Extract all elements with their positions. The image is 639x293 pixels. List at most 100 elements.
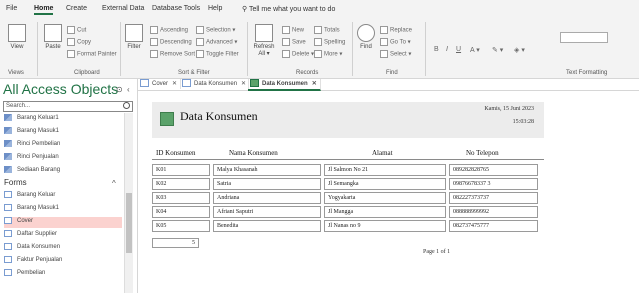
nav-scrollbar[interactable] bbox=[124, 113, 133, 293]
cell-phone: 089282828765 bbox=[449, 164, 538, 176]
group-records-label: Records bbox=[296, 70, 319, 76]
group-divider bbox=[120, 22, 121, 76]
refresh-icon bbox=[255, 24, 273, 42]
navigation-pane: All Access Objects ⊙ ‹ Search... Barang … bbox=[0, 79, 138, 293]
tab-home[interactable]: Home bbox=[34, 5, 54, 15]
nav-pane-title[interactable]: All Access Objects bbox=[3, 81, 118, 97]
funnel-icon bbox=[125, 24, 143, 42]
query-icon bbox=[4, 153, 12, 160]
nav-item-form[interactable]: Daftar Supplier bbox=[4, 230, 122, 241]
query-icon bbox=[4, 127, 12, 134]
forms-section-header[interactable]: Forms bbox=[4, 178, 27, 187]
group-views-label: Views bbox=[8, 70, 24, 76]
advanced-button[interactable]: Advanced ▾ bbox=[196, 38, 237, 46]
sort-descending-icon bbox=[150, 38, 158, 46]
spelling-button[interactable]: Spelling bbox=[314, 38, 345, 46]
refresh-all-button[interactable]: Refresh All ▾ bbox=[250, 24, 278, 57]
tab-create[interactable]: Create bbox=[66, 5, 87, 12]
close-icon[interactable]: ✕ bbox=[172, 81, 177, 87]
nav-dropdown-icon[interactable]: ⊙ bbox=[116, 85, 123, 94]
arrow-right-icon bbox=[380, 38, 388, 46]
totals-button[interactable]: Totals bbox=[314, 26, 340, 34]
save-record-button[interactable]: Save bbox=[282, 38, 306, 46]
group-text-formatting-label: Text Formatting bbox=[566, 70, 608, 76]
cell-address: Yogyakarta bbox=[324, 192, 446, 204]
cell-phone: 088888999992 bbox=[449, 206, 538, 218]
descending-button[interactable]: Descending bbox=[150, 38, 192, 46]
cell-address: Jl Mangga bbox=[324, 206, 446, 218]
form-icon bbox=[182, 79, 191, 88]
form-icon bbox=[4, 230, 12, 237]
column-header-id: ID Konsumen bbox=[156, 149, 196, 157]
italic-button[interactable]: I bbox=[446, 46, 448, 53]
close-icon[interactable]: ✕ bbox=[312, 81, 317, 87]
tab-help[interactable]: Help bbox=[208, 5, 222, 12]
form-icon bbox=[4, 269, 12, 276]
group-divider bbox=[247, 22, 248, 76]
nav-item-form[interactable]: Barang Masuk1 bbox=[4, 204, 122, 215]
collapse-pane-icon[interactable]: ‹ bbox=[127, 85, 130, 94]
page-number: Page 1 of 1 bbox=[423, 249, 451, 255]
close-icon[interactable]: ✕ bbox=[241, 81, 246, 87]
ascending-button[interactable]: Ascending bbox=[150, 26, 188, 34]
tab-database-tools[interactable]: Database Tools bbox=[152, 5, 200, 12]
underline-button[interactable]: U bbox=[456, 46, 461, 53]
nav-item-form[interactable]: Barang Keluar bbox=[4, 191, 122, 202]
tab-external-data[interactable]: External Data bbox=[102, 5, 144, 12]
replace-button[interactable]: Replace bbox=[380, 26, 412, 34]
group-divider bbox=[352, 22, 353, 76]
find-button[interactable]: Find bbox=[356, 24, 376, 50]
cell-id: K03 bbox=[152, 192, 210, 204]
nav-item-form[interactable]: Faktur Penjualan bbox=[4, 256, 122, 267]
nav-item-query[interactable]: Sediaan Barang bbox=[4, 166, 122, 177]
toggle-filter-button[interactable]: Toggle Filter bbox=[196, 50, 239, 58]
selection-button[interactable]: Selection ▾ bbox=[196, 26, 235, 34]
doc-tab-data-konsumen-report[interactable]: Data Konsumen ✕ bbox=[248, 79, 321, 91]
select-button[interactable]: Select ▾ bbox=[380, 50, 411, 58]
doc-tab-data-konsumen-form[interactable]: Data Konsumen ✕ bbox=[180, 79, 249, 89]
report-title: Data Konsumen bbox=[180, 109, 258, 123]
tab-file[interactable]: File bbox=[6, 5, 17, 12]
view-button[interactable]: View bbox=[6, 24, 28, 50]
cell-name: Malya Khasanah bbox=[213, 164, 321, 176]
advanced-filter-icon bbox=[196, 38, 204, 46]
chevron-up-icon[interactable]: ^ bbox=[112, 179, 116, 188]
new-record-button[interactable]: New bbox=[282, 26, 304, 34]
record-count: 5 bbox=[152, 238, 199, 248]
highlight-button[interactable]: ✎ ▾ bbox=[492, 46, 503, 54]
delete-record-button[interactable]: Delete ▾ bbox=[282, 50, 314, 58]
group-sort-filter-label: Sort & Filter bbox=[178, 70, 210, 76]
copy-button[interactable]: Copy bbox=[67, 38, 91, 46]
format-painter-button[interactable]: Format Painter bbox=[67, 50, 117, 58]
form-icon bbox=[4, 191, 12, 198]
column-header-phone: No Telepon bbox=[466, 149, 499, 157]
group-clipboard-label: Clipboard bbox=[74, 70, 100, 76]
nav-item-query[interactable]: Rinci Penjualan bbox=[4, 153, 122, 164]
nav-item-query[interactable]: Barang Masuk1 bbox=[4, 127, 122, 138]
more-button[interactable]: More ▾ bbox=[314, 50, 342, 58]
scrollbar-thumb[interactable] bbox=[126, 193, 132, 253]
nav-search-input[interactable]: Search... bbox=[3, 101, 133, 112]
nav-item-form-selected[interactable]: Cover bbox=[4, 217, 122, 228]
cut-button[interactable]: Cut bbox=[67, 26, 86, 34]
doc-tab-cover[interactable]: Cover ✕ bbox=[138, 79, 181, 89]
paste-button[interactable]: Paste bbox=[42, 24, 64, 50]
tell-me-box[interactable]: ⚲ Tell me what you want to do bbox=[242, 5, 335, 13]
paste-icon bbox=[44, 24, 62, 42]
report-time: 15:03:28 bbox=[512, 119, 534, 125]
nav-item-form[interactable]: Data Konsumen bbox=[4, 243, 122, 254]
report-date: Kamis, 15 Juni 2023 bbox=[484, 106, 534, 112]
font-size-dropdown[interactable] bbox=[560, 32, 608, 43]
fill-color-button[interactable]: ◈ ▾ bbox=[514, 46, 525, 54]
nav-item-query[interactable]: Barang Keluar1 bbox=[4, 114, 122, 125]
font-color-button[interactable]: A ▾ bbox=[470, 46, 480, 54]
fill-icon: ◈ ▾ bbox=[514, 47, 525, 54]
font-color-icon: A ▾ bbox=[470, 47, 480, 54]
remove-sort-button[interactable]: Remove Sort bbox=[150, 50, 195, 58]
filter-button[interactable]: Filter bbox=[124, 24, 144, 50]
magnifier-icon bbox=[357, 24, 375, 42]
goto-button[interactable]: Go To ▾ bbox=[380, 38, 411, 46]
nav-item-query[interactable]: Rinci Pembelian bbox=[4, 140, 122, 151]
nav-item-form[interactable]: Pembelian bbox=[4, 269, 122, 280]
bold-button[interactable]: B bbox=[434, 46, 439, 53]
